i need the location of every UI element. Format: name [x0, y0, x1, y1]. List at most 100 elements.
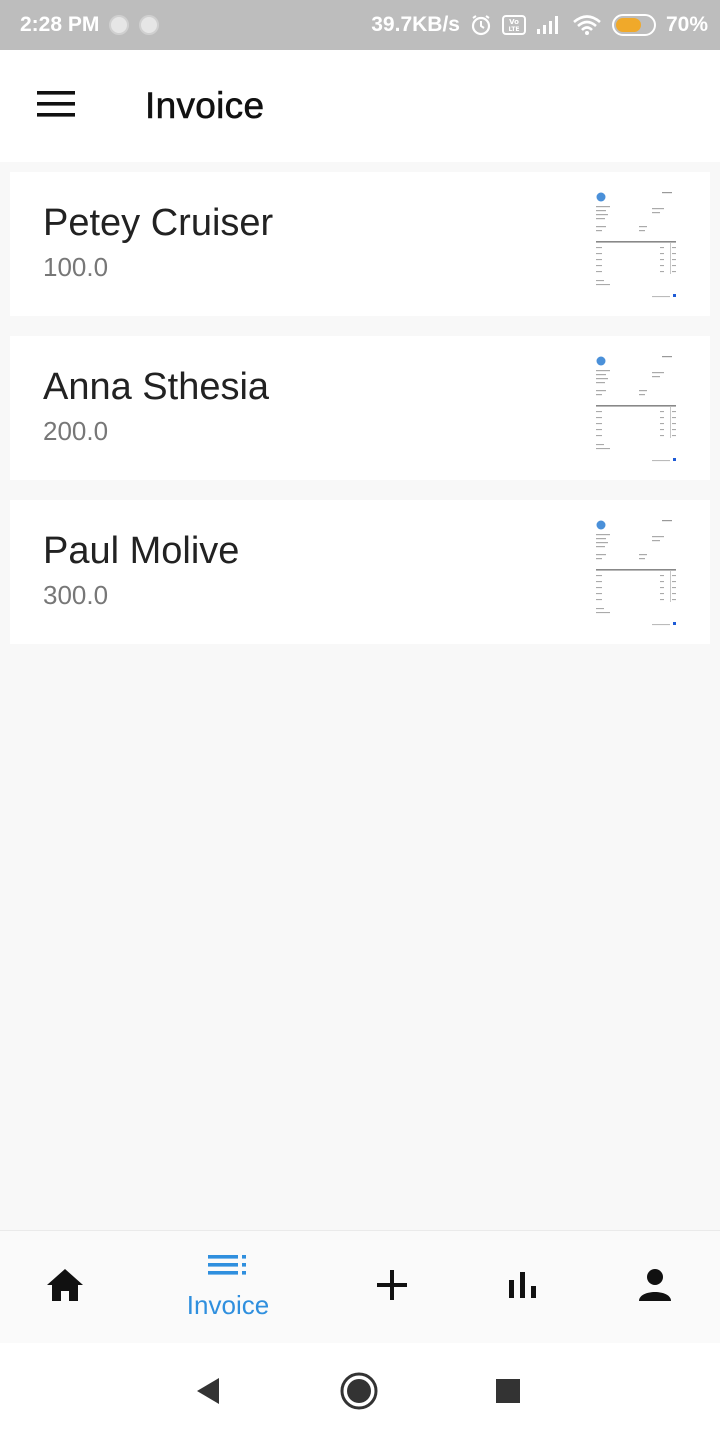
back-button[interactable]	[188, 1373, 228, 1413]
thumb-line	[596, 226, 606, 228]
thumb-line	[639, 558, 645, 560]
thumb-column-line	[670, 570, 671, 602]
thumb-line	[660, 587, 664, 589]
thumb-line	[596, 587, 602, 589]
app-bar: Invoice	[0, 50, 720, 162]
thumb-line	[660, 581, 664, 583]
thumb-line	[596, 230, 602, 232]
home-system-button[interactable]	[339, 1371, 379, 1416]
thumb-line	[652, 540, 660, 542]
thumb-line	[660, 265, 664, 267]
thumb-line	[596, 558, 602, 560]
thumb-logo	[596, 356, 606, 366]
thumb-line	[596, 370, 610, 372]
thumb-line	[596, 247, 602, 249]
thumb-line	[596, 608, 604, 610]
bar-chart-icon	[507, 1270, 539, 1305]
thumb-line	[596, 378, 608, 380]
thumb-line	[660, 435, 664, 437]
thumb-line	[672, 593, 676, 595]
svg-text:Vo: Vo	[509, 18, 519, 26]
invoice-document-preview	[596, 192, 676, 298]
invoice-thumbnail[interactable]	[594, 190, 680, 300]
thumb-line	[652, 624, 670, 626]
invoice-thumbnail[interactable]	[594, 518, 680, 628]
invoice-document-preview	[596, 356, 676, 462]
thumb-line	[596, 575, 602, 577]
status-bar: 2:28 PM 39.7KB/s Vo LTE 70%	[0, 0, 720, 50]
recents-button[interactable]	[488, 1373, 528, 1413]
thumb-line	[596, 394, 602, 396]
thumb-column-line	[670, 242, 671, 274]
thumb-line	[652, 376, 660, 378]
thumb-line	[596, 382, 605, 384]
nav-item-add[interactable]	[327, 1231, 457, 1344]
thumb-line	[639, 394, 645, 396]
notification-dot-icon	[109, 15, 130, 35]
thumb-line	[596, 593, 602, 595]
thumb-line	[672, 599, 676, 601]
hamburger-menu-icon	[37, 90, 75, 122]
wifi-icon	[572, 14, 602, 36]
battery-fill	[615, 18, 642, 32]
thumb-line	[596, 411, 602, 413]
thumb-line	[596, 417, 602, 419]
invoice-list-item[interactable]: Petey Cruiser 100.0	[10, 172, 710, 316]
thumb-line	[660, 575, 664, 577]
back-icon	[195, 1376, 221, 1411]
thumb-line	[672, 253, 676, 255]
invoice-list-item[interactable]: Paul Molive 300.0	[10, 500, 710, 644]
thumb-logo	[596, 192, 606, 202]
thumb-line	[596, 218, 605, 220]
alarm-icon	[470, 14, 492, 36]
thumb-line	[660, 259, 664, 261]
thumb-line	[672, 429, 676, 431]
thumb-line	[672, 271, 676, 273]
invoice-amount: 300.0	[43, 580, 109, 610]
thumb-line	[660, 429, 664, 431]
thumb-table-header	[596, 241, 676, 243]
invoice-document-preview	[596, 520, 676, 626]
battery-percent: 70%	[665, 13, 708, 36]
thumb-line	[596, 429, 602, 431]
nav-item-home[interactable]	[0, 1231, 130, 1344]
thumb-line	[596, 253, 602, 255]
nav-item-invoice[interactable]: Invoice	[163, 1231, 293, 1344]
list-icon	[208, 1254, 248, 1286]
thumb-line	[596, 210, 606, 212]
thumb-line	[662, 192, 672, 194]
thumb-line	[596, 206, 610, 208]
nav-item-stats[interactable]	[458, 1231, 588, 1344]
thumb-column-line	[670, 406, 671, 438]
system-navigation	[0, 1343, 720, 1440]
invoice-customer-name: Paul Molive	[43, 530, 240, 572]
invoice-list-item[interactable]: Anna Sthesia 200.0	[10, 336, 710, 480]
thumb-line	[652, 208, 664, 210]
thumb-line	[672, 435, 676, 437]
invoice-customer-name: Petey Cruiser	[43, 202, 274, 244]
thumb-line	[660, 271, 664, 273]
thumb-line	[672, 423, 676, 425]
invoice-customer-name: Anna Sthesia	[43, 366, 270, 408]
svg-text:LTE: LTE	[508, 26, 519, 33]
volte-icon: Vo LTE	[501, 14, 526, 36]
thumb-line	[672, 417, 676, 419]
thumb-line	[596, 259, 602, 261]
thumb-mark	[673, 294, 676, 297]
thumb-line	[652, 296, 670, 298]
invoice-thumbnail[interactable]	[594, 354, 680, 464]
status-right: 39.7KB/s Vo LTE 70%	[371, 13, 708, 37]
menu-button[interactable]	[0, 50, 112, 162]
thumb-line	[596, 538, 606, 540]
home-circle-icon	[339, 1371, 379, 1416]
thumb-line	[662, 356, 672, 358]
thumb-line	[639, 230, 645, 232]
thumb-table-header	[596, 405, 676, 407]
notification-dot-icon	[139, 15, 160, 35]
thumb-line	[596, 581, 602, 583]
thumb-line	[596, 265, 602, 267]
thumb-line	[639, 226, 647, 228]
thumb-line	[652, 460, 670, 462]
signal-icon	[536, 15, 562, 35]
nav-item-profile[interactable]	[590, 1231, 720, 1344]
